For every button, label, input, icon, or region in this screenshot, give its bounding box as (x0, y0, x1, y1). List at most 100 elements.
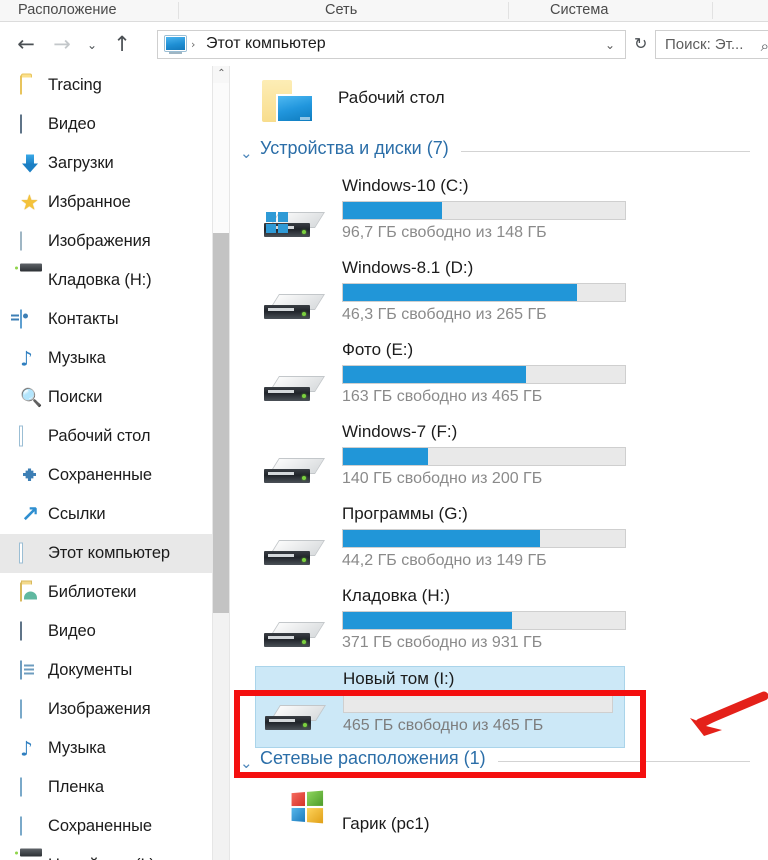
search-icon: ⌕ (760, 37, 768, 55)
chevron-down-icon[interactable]: ⌄ (240, 144, 253, 162)
drive-item-selected[interactable]: Новый том (I:) 465 ГБ свободно из 465 ГБ (255, 666, 625, 748)
address-path-box[interactable]: › Этот компьютер ⌄ (157, 30, 626, 59)
sidebar-item-4[interactable]: Изображения (0, 222, 212, 261)
recent-locations-button[interactable]: ⌄ (80, 33, 104, 57)
sidebar-item-5[interactable]: Кладовка (H:) (0, 261, 212, 300)
search-box[interactable]: Поиск: Эт... ⌕ (655, 30, 768, 59)
sidebar-item-3[interactable]: ★ Избранное (0, 183, 212, 222)
drive-item[interactable]: Windows-7 (F:) 140 ГБ свободно из 200 ГБ (230, 420, 650, 502)
drive-item[interactable]: Фото (E:) 163 ГБ свободно из 465 ГБ (230, 338, 650, 420)
hdd-icon (20, 856, 42, 860)
music-icon: ♪ (20, 736, 33, 760)
capacity-bar (343, 694, 613, 713)
pictures2-icon (20, 777, 42, 797)
sidebar-item-16[interactable]: Изображения (0, 690, 212, 729)
ribbon-tab-system[interactable]: Система (550, 0, 608, 22)
file-list-pane[interactable]: Рабочий стол ⌄ Устройства и диски (7) Wind… (230, 66, 768, 860)
ribbon-tab-network[interactable]: Сеть (325, 0, 357, 22)
sidebar-item-label: Изображения (48, 232, 151, 250)
scrollbar-thumb[interactable] (213, 233, 230, 613)
folder-plain-icon (20, 75, 42, 95)
sidebar-item-0[interactable]: Tracing (0, 66, 212, 105)
chevron-down-icon[interactable]: ⌄ (240, 754, 253, 772)
sidebar-item-20[interactable]: Новый том (I:) (0, 846, 212, 860)
capacity-bar (342, 283, 626, 302)
video-icon (20, 114, 42, 134)
drive-item[interactable]: Windows-8.1 (D:) 46,3 ГБ свободно из 265 … (230, 256, 650, 338)
up-button[interactable]: ↑ (110, 33, 134, 57)
sidebar-item-15[interactable]: Документы (0, 651, 212, 690)
group-header-1[interactable]: ⌄ Сетевые расположения (1) (230, 748, 768, 778)
sidebar-item-2[interactable]: Загрузки (0, 144, 212, 183)
drive-capacity-text: 371 ГБ свободно из 931 ГБ (342, 634, 543, 651)
hdd-icon (260, 536, 325, 568)
capacity-bar-fill (343, 202, 442, 219)
drive-name: Новый том (I:) (343, 669, 455, 688)
pictures-icon (20, 231, 42, 251)
music-icon: ♪ (20, 346, 33, 370)
back-button[interactable]: ← (14, 33, 38, 57)
drive-item[interactable]: Программы (G:) 44,2 ГБ свободно из 149 ГБ (230, 502, 650, 584)
desktop-folder-icon (262, 80, 314, 125)
hdd-icon (260, 372, 325, 404)
search-input[interactable]: Поиск: Эт... (665, 36, 743, 53)
sidebar-item-14[interactable]: Видео (0, 612, 212, 651)
sidebar-item-label: Рабочий стол (48, 427, 151, 445)
sidebar-item-label: Избранное (48, 193, 131, 211)
drive-capacity-text: 44,2 ГБ свободно из 149 ГБ (342, 552, 547, 569)
group-title: Сетевые расположения (1) (260, 748, 486, 768)
links-icon (20, 505, 42, 524)
sidebar-item-12[interactable]: Этот компьютер (0, 534, 212, 573)
drive-capacity-text: 465 ГБ свободно из 465 ГБ (343, 717, 544, 734)
sidebar-item-18[interactable]: Пленка (0, 768, 212, 807)
sidebar-item-label: Ссылки (48, 505, 106, 523)
network-location-name: Гарик (pc1) (342, 814, 430, 833)
capacity-bar-fill (343, 448, 428, 465)
list-item-desktop[interactable]: Рабочий стол (230, 74, 768, 132)
sidebar-item-10[interactable]: Сохраненные (0, 456, 212, 495)
drive-item[interactable]: Windows-10 (C:) 96,7 ГБ свободно из 148 Г… (230, 174, 650, 256)
video-icon (20, 621, 42, 641)
contacts-icon (20, 309, 42, 329)
sidebar-item-label: Tracing (48, 76, 102, 94)
refresh-icon[interactable]: ↻ (634, 34, 647, 53)
sidebar-item-label: Сохраненные (48, 817, 152, 835)
sidebar-item-11[interactable]: Ссылки (0, 495, 212, 534)
windows-logo-icon (266, 212, 288, 233)
drive-capacity-text: 163 ГБ свободно из 465 ГБ (342, 388, 543, 405)
drive-name: Windows-10 (C:) (342, 176, 469, 195)
hdd-icon (261, 701, 326, 733)
ribbon-tab-location[interactable]: Расположение (18, 0, 117, 22)
chevron-down-icon[interactable]: ⌄ (605, 38, 615, 52)
sidebar-item-1[interactable]: Видео (0, 105, 212, 144)
capacity-bar-fill (343, 530, 541, 547)
navigation-pane[interactable]: Tracing Видео Загрузки ★ Избранное Изображени… (0, 66, 212, 860)
scroll-up-icon[interactable]: ⌃ (213, 66, 230, 83)
group-header-0[interactable]: ⌄ Устройства и диски (7) (230, 138, 768, 168)
sidebar-item-label: Документы (48, 661, 133, 679)
drive-item[interactable]: Кладовка (H:) 371 ГБ свободно из 931 ГБ (230, 584, 650, 666)
network-location-item[interactable]: Гарик (pc1) (230, 784, 650, 844)
ribbon-tab-strip: Расположение Сеть Система (0, 0, 768, 22)
drive-capacity-text: 96,7 ГБ свободно из 148 ГБ (342, 224, 547, 241)
sidebar-item-9[interactable]: Рабочий стол (0, 417, 212, 456)
drive-capacity-text: 46,3 ГБ свободно из 265 ГБ (342, 306, 547, 323)
sidebar-item-6[interactable]: Контакты (0, 300, 212, 339)
scrollbar-track[interactable] (213, 83, 230, 860)
sidebar-item-19[interactable]: Сохраненные (0, 807, 212, 846)
hdd-icon (260, 290, 325, 322)
ribbon-separator (508, 2, 509, 19)
this-pc-icon (165, 36, 186, 54)
sidebar-item-label: Видео (48, 115, 96, 133)
drive-name: Программы (G:) (342, 504, 468, 523)
search-icon: 🔍 (20, 387, 43, 408)
sidebar-item-8[interactable]: 🔍 Поиски (0, 378, 212, 417)
navigation-scrollbar[interactable]: ⌃ (212, 66, 230, 860)
sidebar-item-7[interactable]: ♪ Музыка (0, 339, 212, 378)
breadcrumb-this-pc[interactable]: Этот компьютер (206, 35, 326, 53)
sidebar-item-13[interactable]: Библиотеки (0, 573, 212, 612)
sidebar-item-17[interactable]: ♪ Музыка (0, 729, 212, 768)
sidebar-item-label: Музыка (48, 349, 106, 367)
hdd-icon (260, 454, 325, 486)
capacity-bar-fill (343, 284, 578, 301)
